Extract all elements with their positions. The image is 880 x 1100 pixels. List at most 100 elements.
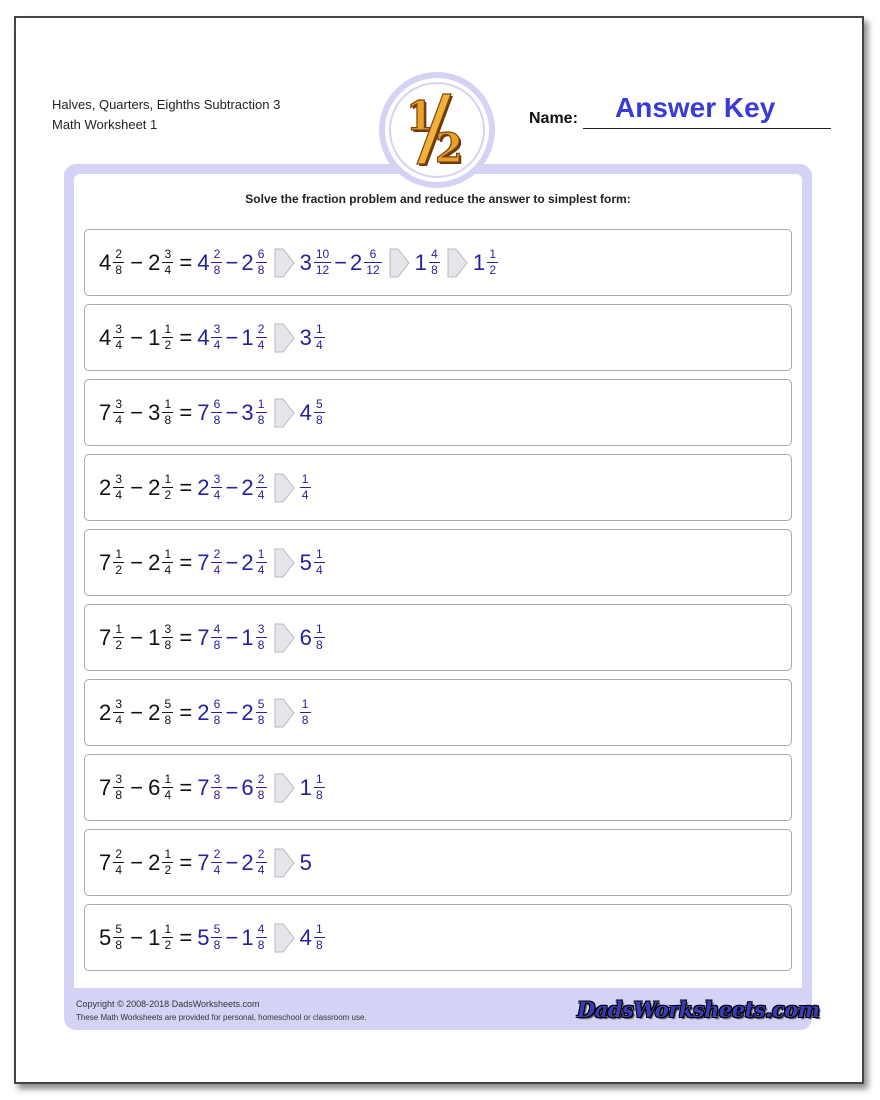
numerator: 1 — [315, 922, 323, 936]
denominator: 12 — [315, 263, 330, 277]
whole-part: 5 — [99, 924, 112, 950]
problem-row: 7 1 2−1 3 8 = 7 4 8−1 3 8 6 1 8 — [84, 604, 792, 671]
denominator: 8 — [315, 938, 323, 952]
whole-part: 2 — [148, 549, 161, 575]
whole-part: 1 — [148, 324, 161, 350]
problem-expression: 2 3 4−2 1 2 = 2 3 4−2 2 4 1 4 — [99, 473, 312, 503]
denominator: 4 — [257, 563, 265, 577]
fraction: 68 — [255, 248, 267, 277]
denominator: 8 — [213, 788, 221, 802]
mixed-number: 712 — [99, 548, 125, 577]
whole-part: 2 — [350, 249, 363, 275]
numerator: 1 — [301, 697, 309, 711]
numerator: 5 — [213, 922, 221, 936]
whole-part: 2 — [241, 549, 254, 575]
numerator: 10 — [315, 247, 330, 261]
numerator: 3 — [115, 397, 123, 411]
numerator: 6 — [213, 397, 221, 411]
title-line-2: Math Worksheet 1 — [52, 117, 158, 132]
denominator: 2 — [115, 638, 123, 652]
fraction: 12 — [113, 623, 125, 652]
mixed-number: 428 — [197, 248, 223, 277]
numerator: 2 — [115, 847, 123, 861]
denominator: 8 — [257, 938, 265, 952]
minus-sign: − — [225, 549, 239, 575]
whole-part: 4 — [197, 249, 210, 275]
fraction: 38 — [162, 623, 174, 652]
fraction: 68 — [211, 698, 223, 727]
whole-part: 1 — [241, 324, 254, 350]
numerator: 3 — [213, 322, 221, 336]
denominator: 4 — [115, 713, 123, 727]
numerator: 3 — [115, 322, 123, 336]
denominator: 4 — [115, 413, 123, 427]
fraction: 14 — [162, 548, 174, 577]
numerator: 3 — [164, 247, 172, 261]
whole-part: 2 — [148, 699, 161, 725]
whole-part: 6 — [148, 774, 161, 800]
fraction: 28 — [255, 773, 267, 802]
minus-sign: − — [130, 849, 144, 875]
numerator: 3 — [115, 697, 123, 711]
mixed-number: 318 — [241, 398, 267, 427]
minus-sign: − — [130, 624, 144, 650]
numerator: 2 — [213, 847, 221, 861]
problem-expression: 7 3 4−3 1 8 = 7 6 8−3 1 8 4 5 8 — [99, 398, 326, 428]
mixed-number: 118 — [300, 773, 326, 802]
equals-sign: = — [179, 624, 193, 650]
numerator: 1 — [115, 547, 123, 561]
whole-part: 7 — [99, 774, 112, 800]
problem-expression: 2 3 4−2 5 8 = 2 6 8−2 5 8 1 8 — [99, 698, 312, 728]
whole-part: 7 — [197, 549, 210, 575]
numerator: 5 — [315, 397, 323, 411]
fraction: 58 — [255, 698, 267, 727]
mixed-number: 748 — [197, 623, 223, 652]
mixed-number: 724 — [197, 848, 223, 877]
minus-sign: − — [225, 324, 239, 350]
denominator: 4 — [164, 788, 172, 802]
mixed-number: 314 — [300, 323, 326, 352]
mixed-number: 214 — [241, 548, 267, 577]
footer: Copyright © 2008-2018 DadsWorksheets.com… — [76, 998, 367, 1024]
name-field: Name: Answer Key — [529, 92, 831, 130]
fraction: 28 — [211, 248, 223, 277]
denominator: 8 — [315, 788, 323, 802]
mixed-number: 628 — [241, 773, 267, 802]
fraction: 34 — [113, 697, 125, 727]
denominator: 8 — [257, 788, 265, 802]
mixed-number: 558 — [197, 923, 223, 952]
denominator: 4 — [115, 863, 123, 877]
fraction: 14 — [255, 548, 267, 577]
denominator: 4 — [213, 563, 221, 577]
chevron-right-arrow-icon — [389, 248, 410, 277]
mixed-number: 268 — [241, 248, 267, 277]
mixed-number: 214 — [148, 548, 174, 577]
mixed-number: 234 — [99, 698, 125, 727]
fraction: 58 — [313, 397, 325, 427]
whole-part: 3 — [148, 399, 161, 425]
whole-part: 4 — [99, 249, 112, 275]
fraction: 34 — [211, 473, 223, 502]
whole-part: 7 — [99, 849, 112, 875]
denominator: 8 — [213, 263, 221, 277]
denominator: 8 — [315, 638, 323, 652]
fraction: 48 — [211, 623, 223, 652]
problem-row: 4 2 8−2 3 4 = 4 2 8−2 6 8 3 10 12−2 6 12 1 4 8 1 1 2 — [84, 229, 792, 296]
whole-part: 4 — [197, 324, 210, 350]
denominator: 8 — [257, 638, 265, 652]
fraction: 34 — [211, 322, 223, 352]
chevron-right-arrow-icon — [274, 248, 295, 277]
numerator: 1 — [315, 547, 323, 561]
whole-part: 7 — [197, 849, 210, 875]
fraction: 24 — [255, 848, 267, 877]
denominator: 4 — [257, 863, 265, 877]
brand-logo[interactable]: DadsWorksheets.com — [577, 997, 820, 1022]
numerator: 1 — [315, 772, 323, 786]
whole-part: 5 — [197, 924, 210, 950]
problem-row: 7 3 4−3 1 8 = 7 6 8−3 1 8 4 5 8 — [84, 379, 792, 446]
fraction: 14 — [313, 547, 325, 577]
mixed-number: 434 — [197, 323, 223, 352]
mixed-number: 318 — [148, 398, 174, 427]
minus-sign: − — [225, 249, 239, 275]
denominator: 8 — [257, 713, 265, 727]
